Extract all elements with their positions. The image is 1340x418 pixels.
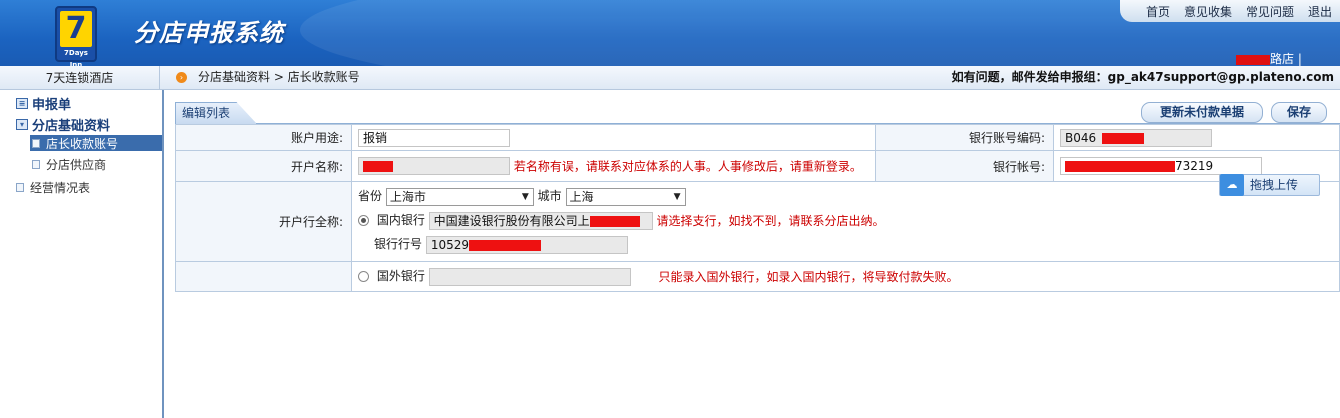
bank-fullname-label: 开户行全称: [175, 181, 352, 262]
bank-number-row: 银行行号 10529 [374, 235, 628, 254]
tab-edit-list[interactable]: 编辑列表 [175, 102, 257, 124]
redaction-mask [469, 239, 542, 251]
bank-number-input: 10529 [425, 235, 628, 254]
province-value: 上海市 [389, 189, 426, 204]
logo-number: 7 [60, 11, 92, 47]
domestic-bank-value: 中国建设银行股份有限公司上 [433, 213, 590, 228]
redaction-mask [1236, 54, 1270, 65]
sidebar-item-label: 经营情况表 [30, 181, 91, 195]
domestic-bank-radio[interactable] [358, 215, 369, 226]
city-select[interactable]: 上海 ▼ [565, 187, 686, 206]
usage-label: 账户用途: [175, 124, 352, 151]
city-value: 上海 [569, 189, 594, 204]
province-label: 省份 [358, 189, 383, 203]
update-unpaid-button[interactable]: 更新未付款单据 [1141, 102, 1263, 123]
dropdown-arrow-icon: ▼ [521, 191, 529, 202]
foreign-bank-label: 国外银行 [376, 269, 425, 284]
app-header: 7 7Days Inn 分店申报系统 首页 意见收集 常见问题 退出 路店 | [0, 0, 1340, 66]
app-title: 分店申报系统 [134, 19, 284, 47]
bank-code-cell: B046 [1053, 124, 1340, 151]
bank-code-label: 银行账号编码: [875, 124, 1054, 151]
foreign-bank-cell: 国外银行 只能录入国外银行，如录入国内银行，将导致付款失败。 [351, 261, 1340, 292]
save-button[interactable]: 保存 [1271, 102, 1327, 123]
sidebar-item-label: 分店基础资料 [32, 119, 111, 134]
logo: 7 7Days Inn [55, 6, 97, 66]
store-suffix: 路店 | [1270, 52, 1302, 66]
account-no-input[interactable]: 73219 [1060, 157, 1262, 175]
folder-open-icon: ▾ [16, 119, 28, 130]
account-name-input [358, 157, 510, 175]
sidebar-item-label: 分店供应商 [46, 158, 107, 172]
nav-faq[interactable]: 常见问题 [1244, 3, 1296, 22]
bank-code-input: B046 [1060, 128, 1212, 147]
empty-label [175, 261, 352, 292]
sidebar-item-operations[interactable]: 经营情况表 [16, 179, 90, 196]
account-name-warning: 若名称有误，请联系对应体系的人事。人事修改后，请重新登录。 [513, 159, 862, 174]
nav-home[interactable]: 首页 [1144, 3, 1172, 22]
account-no-label: 银行帐号: [875, 150, 1054, 182]
bank-code-value: B046 [1065, 130, 1097, 145]
breadcrumb-arrow-icon: › [176, 72, 187, 83]
region-row: 省份 上海市 ▼ 城市 上海 ▼ [358, 187, 686, 206]
account-no-value: 73219 [1175, 159, 1214, 173]
help-contact: 如有问题，邮件发给申报组：gp_ak47support@gp.plateno.c… [951, 70, 1334, 84]
page-icon [16, 183, 24, 192]
dropdown-arrow-icon: ▼ [673, 191, 681, 202]
sidebar-item-label: 店长收款账号 [46, 136, 119, 151]
foreign-bank-radio[interactable] [358, 271, 369, 283]
sub-bar: 7天连锁酒店 › 分店基础资料 > 店长收款账号 如有问题，邮件发给申报组：gp… [0, 66, 1340, 90]
nav-logout[interactable]: 退出 [1306, 3, 1334, 22]
page-icon [32, 160, 40, 169]
bank-fullname-cell: 省份 上海市 ▼ 城市 上海 ▼ 国内银行 中国建设银行股份有限公司上 请选择支行，… [351, 181, 1340, 262]
foreign-bank-input[interactable] [428, 267, 631, 286]
account-form: 账户用途: 报销 银行账号编码: B046 开户名称: 若名称有误，请联系对应体… [175, 124, 1340, 292]
domestic-bank-warning: 请选择支行，如找不到，请联系分店出纳。 [656, 214, 885, 228]
sidebar-item-suppliers[interactable]: 分店供应商 [32, 156, 106, 173]
bank-number-label: 银行行号 [374, 237, 423, 251]
store-name: 路店 | [1236, 50, 1302, 66]
province-select[interactable]: 上海市 ▼ [385, 187, 534, 206]
domestic-bank-label: 国内银行 [376, 213, 425, 227]
sidebar-item-basic-info[interactable]: ▾ 分店基础资料 [16, 115, 110, 134]
sidebar-item-manager-account[interactable]: 店长收款账号 [30, 135, 162, 151]
cloud-upload-icon: ☁ [1220, 174, 1244, 196]
nav-feedback[interactable]: 意见收集 [1182, 3, 1234, 22]
account-name-label: 开户名称: [175, 150, 352, 182]
page-icon [32, 138, 40, 148]
usage-input[interactable]: 报销 [358, 128, 510, 147]
domestic-bank-row: 国内银行 中国建设银行股份有限公司上 请选择支行，如找不到，请联系分店出纳。 [358, 211, 885, 230]
bank-number-value: 10529 [430, 237, 470, 252]
redaction-mask [589, 215, 640, 227]
redaction-mask [363, 161, 393, 172]
tab-bar: 编辑列表 更新未付款单据 保存 [175, 100, 1340, 124]
drag-upload-button[interactable]: ☁ 拖拽上传 [1219, 174, 1320, 196]
upload-label: 拖拽上传 [1250, 178, 1299, 192]
document-icon: ≡ [16, 98, 28, 109]
redaction-mask [1065, 161, 1175, 172]
foreign-bank-warning: 只能录入国外银行，如录入国内银行，将导致付款失败。 [658, 270, 959, 285]
usage-cell: 报销 [351, 124, 876, 151]
hotel-name: 7天连锁酒店 [0, 66, 160, 90]
top-nav: 首页 意见收集 常见问题 退出 [1119, 0, 1340, 22]
city-label: 城市 [537, 189, 562, 203]
sidebar-item-report[interactable]: ≡ 申报单 [16, 94, 71, 113]
domestic-bank-input[interactable]: 中国建设银行股份有限公司上 [428, 211, 653, 230]
account-name-cell: 若名称有误，请联系对应体系的人事。人事修改后，请重新登录。 [351, 150, 876, 182]
redaction-mask [1102, 132, 1145, 144]
sidebar: ≡ 申报单 ▾ 分店基础资料 店长收款账号 分店供应商 经营情况表 [0, 90, 164, 418]
sidebar-item-label: 申报单 [32, 98, 72, 113]
logo-subtext: 7Days Inn [64, 49, 88, 66]
breadcrumb: 分店基础资料 > 店长收款账号 [198, 70, 360, 84]
